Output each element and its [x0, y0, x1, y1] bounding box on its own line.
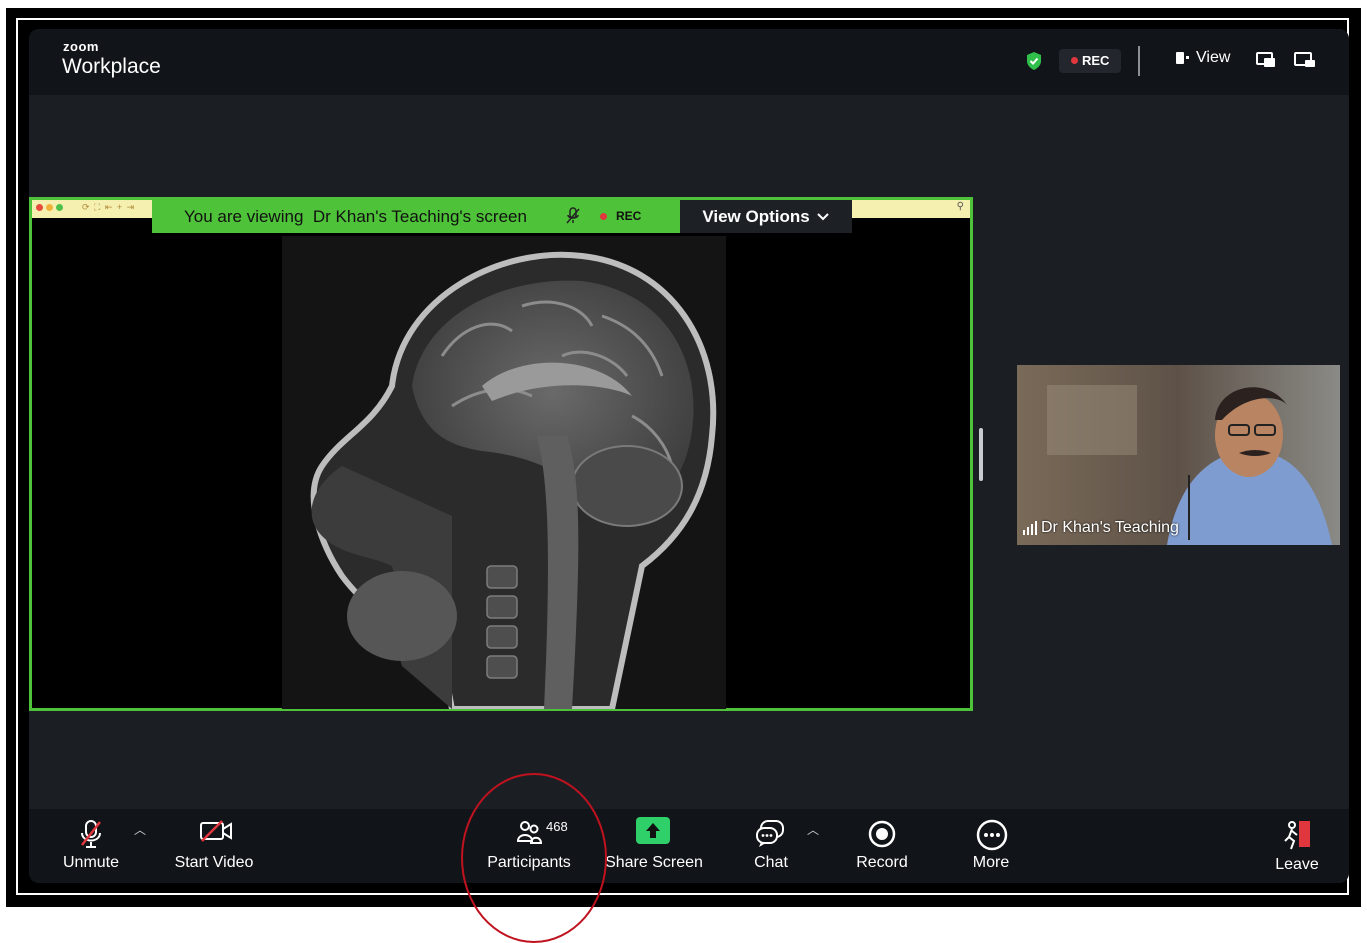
- video-off-icon: [200, 820, 232, 842]
- more-icon: [976, 819, 1008, 851]
- chat-options-caret-icon[interactable]: ︿: [807, 821, 819, 838]
- participant-name: Dr Khan's Teaching: [1041, 519, 1179, 536]
- mri-image: [282, 236, 726, 709]
- chat-icon: [756, 820, 784, 847]
- toolbar-zoom-icon: ⚲: [956, 201, 964, 212]
- window-dots-icon: [36, 204, 63, 211]
- view-button[interactable]: View: [1174, 49, 1230, 67]
- shared-screen-panel[interactable]: ⟳ ⛶ ⇤ + ⇥ ⚲ You are viewing Dr Khan's Te…: [29, 197, 973, 711]
- participant-video-tile[interactable]: Dr Khan's Teaching: [1017, 365, 1340, 545]
- banner-rec-label: REC: [616, 209, 642, 223]
- participant-video: [1017, 365, 1340, 545]
- chat-label: Chat: [754, 854, 788, 871]
- record-button[interactable]: Record: [849, 809, 915, 883]
- signal-strength-icon: [1023, 521, 1037, 535]
- recording-indicator[interactable]: REC: [1059, 49, 1122, 73]
- brand-small: zoom: [63, 39, 99, 54]
- view-options-button[interactable]: View Options: [680, 200, 852, 233]
- leave-button[interactable]: Leave: [1269, 809, 1325, 883]
- shield-check-icon[interactable]: [1025, 51, 1043, 71]
- toolbar-tools-icon: ⟳ ⛶ ⇤ + ⇥: [82, 202, 136, 212]
- view-label: View: [1196, 49, 1231, 66]
- panel-resize-handle[interactable]: [979, 428, 983, 481]
- mic-muted-icon: [81, 820, 101, 848]
- start-video-label: Start Video: [174, 854, 254, 871]
- rec-dot-icon: [1071, 57, 1078, 65]
- more-button[interactable]: More: [961, 809, 1021, 883]
- unmute-button[interactable]: Unmute: [59, 809, 123, 883]
- chat-button[interactable]: Chat: [741, 809, 801, 883]
- share-screen-label: Share Screen: [605, 854, 703, 871]
- unmute-label: Unmute: [62, 854, 120, 871]
- mic-off-icon: [566, 207, 580, 224]
- audio-options-caret-icon[interactable]: ︿: [134, 821, 146, 838]
- viewing-banner: You are viewing Dr Khan's Teaching's scr…: [152, 200, 680, 233]
- leave-label: Leave: [1275, 856, 1319, 873]
- brand-title: Workplace: [62, 55, 161, 78]
- title-bar: zoom Workplace REC View: [29, 29, 1349, 95]
- more-label: More: [972, 854, 1010, 871]
- banner-prefix: You are viewing: [184, 207, 304, 226]
- view-options-label: View Options: [702, 207, 810, 226]
- meeting-controls: Unmute ︿ Start Video 468 Participants Sh…: [29, 809, 1349, 883]
- chevron-down-icon: [816, 213, 829, 221]
- record-icon: [868, 820, 896, 848]
- leave-icon: [1284, 821, 1310, 850]
- share-screen-button[interactable]: Share Screen: [604, 809, 704, 883]
- participant-name-label: Dr Khan's Teaching: [1023, 519, 1179, 537]
- record-label: Record: [856, 854, 908, 871]
- annotation-circle: [461, 773, 607, 943]
- start-video-button[interactable]: Start Video: [169, 809, 259, 883]
- title-divider: [1138, 46, 1140, 76]
- view-layout-icon: [1176, 52, 1189, 64]
- picture-in-picture-icon[interactable]: [1255, 51, 1277, 69]
- zoom-window: zoom Workplace REC View ⟳ ⛶ ⇤ + ⇥ ⚲ You …: [29, 29, 1349, 883]
- minimize-icon[interactable]: [1293, 51, 1317, 69]
- rec-label: REC: [1082, 53, 1110, 68]
- banner-rec-dot-icon: [600, 213, 607, 220]
- banner-presenter-name: Dr Khan's Teaching's screen: [312, 207, 527, 226]
